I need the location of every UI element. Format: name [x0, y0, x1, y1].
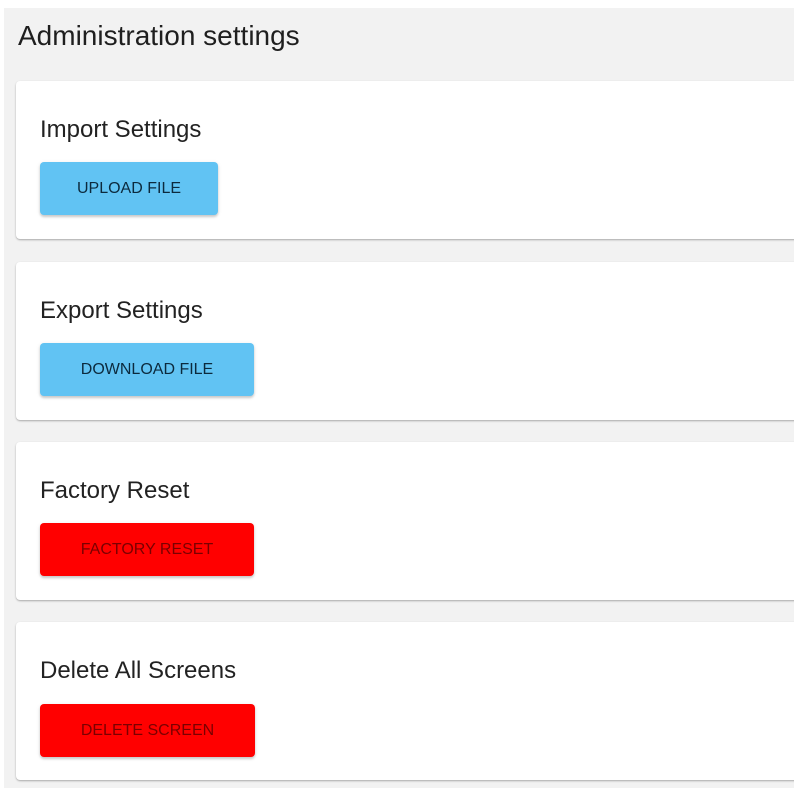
- download-file-button[interactable]: DOWNLOAD FILE: [40, 343, 254, 396]
- delete-all-screens-card: Delete All Screens DELETE SCREEN: [16, 622, 794, 780]
- import-settings-card: Import Settings UPLOAD FILE: [16, 81, 794, 239]
- factory-reset-title: Factory Reset: [40, 477, 190, 504]
- export-settings-card: Export Settings DOWNLOAD FILE: [16, 262, 794, 420]
- page-title: Administration settings: [18, 20, 300, 51]
- delete-screen-button[interactable]: DELETE SCREEN: [40, 704, 255, 757]
- delete-all-screens-title: Delete All Screens: [40, 657, 237, 684]
- administration-settings-page: Administration settings Import Settings …: [4, 8, 794, 788]
- upload-file-button[interactable]: UPLOAD FILE: [40, 162, 218, 215]
- factory-reset-card: Factory Reset FACTORY RESET: [16, 442, 794, 600]
- factory-reset-button[interactable]: FACTORY RESET: [40, 523, 254, 576]
- export-settings-title: Export Settings: [40, 297, 203, 324]
- import-settings-title: Import Settings: [40, 116, 202, 143]
